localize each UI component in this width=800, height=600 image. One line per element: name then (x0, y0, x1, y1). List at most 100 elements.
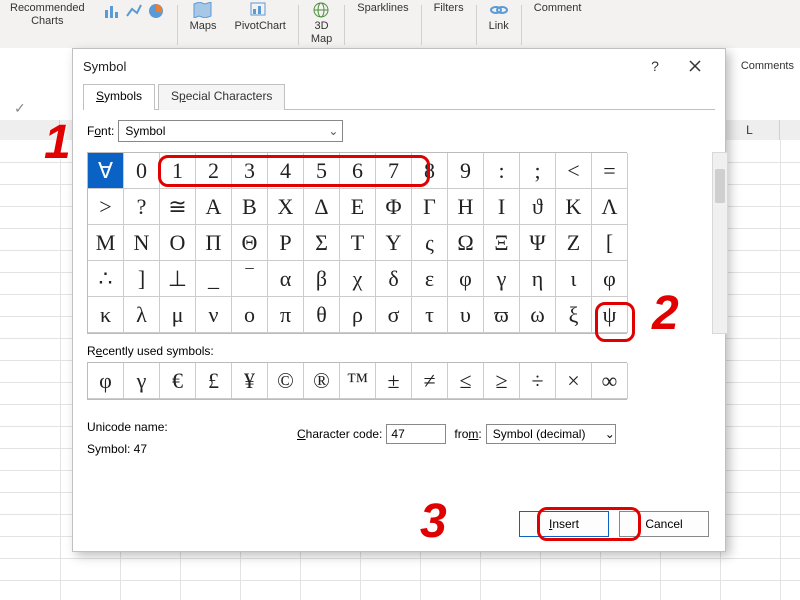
ribbon-link[interactable]: Link (483, 2, 515, 33)
symbol-cell[interactable]: Η (448, 189, 484, 225)
ribbon-sparklines[interactable]: Sparklines (351, 2, 414, 15)
symbol-cell[interactable]: υ (448, 297, 484, 333)
symbol-cell[interactable]: μ (160, 297, 196, 333)
ribbon-recommended-charts[interactable]: Recommended Charts (4, 2, 91, 28)
symbol-cell[interactable]: Υ (376, 225, 412, 261)
symbol-cell[interactable]: Σ (304, 225, 340, 261)
symbol-cell[interactable]: _ (196, 261, 232, 297)
symbol-cell[interactable]: : (484, 153, 520, 189)
symbol-cell[interactable]: Ι (484, 189, 520, 225)
recent-symbol-cell[interactable]: ® (304, 363, 340, 399)
symbol-cell[interactable]: ψ (592, 297, 628, 333)
symbol-cell[interactable]: 2 (196, 153, 232, 189)
symbol-cell[interactable]: = (592, 153, 628, 189)
symbol-cell[interactable]: Ω (448, 225, 484, 261)
symbol-cell[interactable]: ≅ (160, 189, 196, 225)
symbol-cell[interactable]: 6 (340, 153, 376, 189)
symbol-cell[interactable]: 5 (304, 153, 340, 189)
symbol-cell[interactable]: ι (556, 261, 592, 297)
symbol-cell[interactable]: 4 (268, 153, 304, 189)
symbol-cell[interactable]: 1 (160, 153, 196, 189)
symbol-cell[interactable]: Ο (160, 225, 196, 261)
symbol-cell[interactable]: ο (232, 297, 268, 333)
symbol-cell[interactable]: ‾ (232, 261, 268, 297)
recent-symbol-cell[interactable]: ± (376, 363, 412, 399)
ribbon-chart-icons[interactable] (97, 2, 171, 22)
recent-symbol-cell[interactable]: φ (88, 363, 124, 399)
symbol-cell[interactable]: Β (232, 189, 268, 225)
symbol-cell[interactable]: φ (448, 261, 484, 297)
symbol-cell[interactable]: τ (412, 297, 448, 333)
recent-symbol-cell[interactable]: ≥ (484, 363, 520, 399)
symbol-cell[interactable]: ω (520, 297, 556, 333)
symbol-cell[interactable]: ς (412, 225, 448, 261)
recent-symbol-cell[interactable]: € (160, 363, 196, 399)
symbol-cell[interactable]: 0 (124, 153, 160, 189)
symbol-cell[interactable]: Θ (232, 225, 268, 261)
col-header[interactable]: L (720, 120, 780, 140)
symbol-cell[interactable]: κ (88, 297, 124, 333)
symbol-cell[interactable]: Ρ (268, 225, 304, 261)
symbol-cell[interactable]: β (304, 261, 340, 297)
recent-symbol-cell[interactable]: ≤ (448, 363, 484, 399)
symbol-cell[interactable]: ϖ (484, 297, 520, 333)
col-header[interactable] (0, 120, 60, 140)
symbol-cell[interactable]: Π (196, 225, 232, 261)
symbol-cell[interactable]: ∀ (88, 153, 124, 189)
recent-symbol-cell[interactable]: ™ (340, 363, 376, 399)
symbol-cell[interactable]: ; (520, 153, 556, 189)
symbol-cell[interactable]: θ (304, 297, 340, 333)
char-code-input[interactable] (386, 424, 446, 444)
symbol-cell[interactable]: ν (196, 297, 232, 333)
recent-symbol-cell[interactable]: ÷ (520, 363, 556, 399)
ribbon-filters[interactable]: Filters (428, 2, 470, 15)
symbol-cell[interactable]: ε (412, 261, 448, 297)
symbol-cell[interactable]: > (88, 189, 124, 225)
symbol-cell[interactable]: ] (124, 261, 160, 297)
symbol-cell[interactable]: ⊥ (160, 261, 196, 297)
symbol-cell[interactable]: Φ (376, 189, 412, 225)
symbol-cell[interactable]: Λ (592, 189, 628, 225)
symbol-cell[interactable]: Μ (88, 225, 124, 261)
symbol-cell[interactable]: < (556, 153, 592, 189)
symbol-cell[interactable]: λ (124, 297, 160, 333)
symbol-cell[interactable]: [ (592, 225, 628, 261)
symbol-cell[interactable]: α (268, 261, 304, 297)
tab-special-characters[interactable]: Special Characters (158, 84, 285, 110)
recent-symbol-cell[interactable]: × (556, 363, 592, 399)
recent-symbol-cell[interactable]: ≠ (412, 363, 448, 399)
cancel-button[interactable]: Cancel (619, 511, 709, 537)
symbol-cell[interactable]: δ (376, 261, 412, 297)
symbol-cell[interactable]: Ζ (556, 225, 592, 261)
ribbon-maps[interactable]: Maps (184, 2, 223, 33)
symbol-cell[interactable]: η (520, 261, 556, 297)
symbol-cell[interactable]: χ (340, 261, 376, 297)
recent-symbol-cell[interactable]: ¥ (232, 363, 268, 399)
ribbon-3dmap[interactable]: 3D Map (305, 2, 338, 46)
ribbon-comment[interactable]: Comment (528, 2, 588, 15)
comments-tab[interactable]: Comments (741, 60, 794, 72)
symbol-cell[interactable]: Κ (556, 189, 592, 225)
help-button[interactable]: ? (635, 52, 675, 80)
symbol-cell[interactable]: ξ (556, 297, 592, 333)
symbol-cell[interactable]: ϑ (520, 189, 556, 225)
symbol-cell[interactable]: Γ (412, 189, 448, 225)
symbol-cell[interactable]: Ε (340, 189, 376, 225)
symbol-cell[interactable]: Τ (340, 225, 376, 261)
symbol-scrollbar[interactable] (712, 152, 728, 334)
recent-symbol-cell[interactable]: © (268, 363, 304, 399)
font-select[interactable]: Symbol ⌄ (118, 120, 343, 142)
symbol-cell[interactable]: 3 (232, 153, 268, 189)
symbol-cell[interactable]: Ν (124, 225, 160, 261)
symbol-cell[interactable]: ρ (340, 297, 376, 333)
symbol-cell[interactable]: ∴ (88, 261, 124, 297)
recent-symbol-cell[interactable]: γ (124, 363, 160, 399)
ribbon-pivotchart[interactable]: PivotChart (229, 2, 292, 33)
symbol-cell[interactable]: Δ (304, 189, 340, 225)
scrollbar-thumb[interactable] (715, 169, 725, 203)
insert-button[interactable]: Insert Insert (519, 511, 609, 537)
from-select[interactable]: Symbol (decimal) ⌄ (486, 424, 616, 444)
close-button[interactable] (675, 52, 715, 80)
recent-symbol-cell[interactable]: £ (196, 363, 232, 399)
titlebar[interactable]: Symbol ? (73, 49, 725, 83)
